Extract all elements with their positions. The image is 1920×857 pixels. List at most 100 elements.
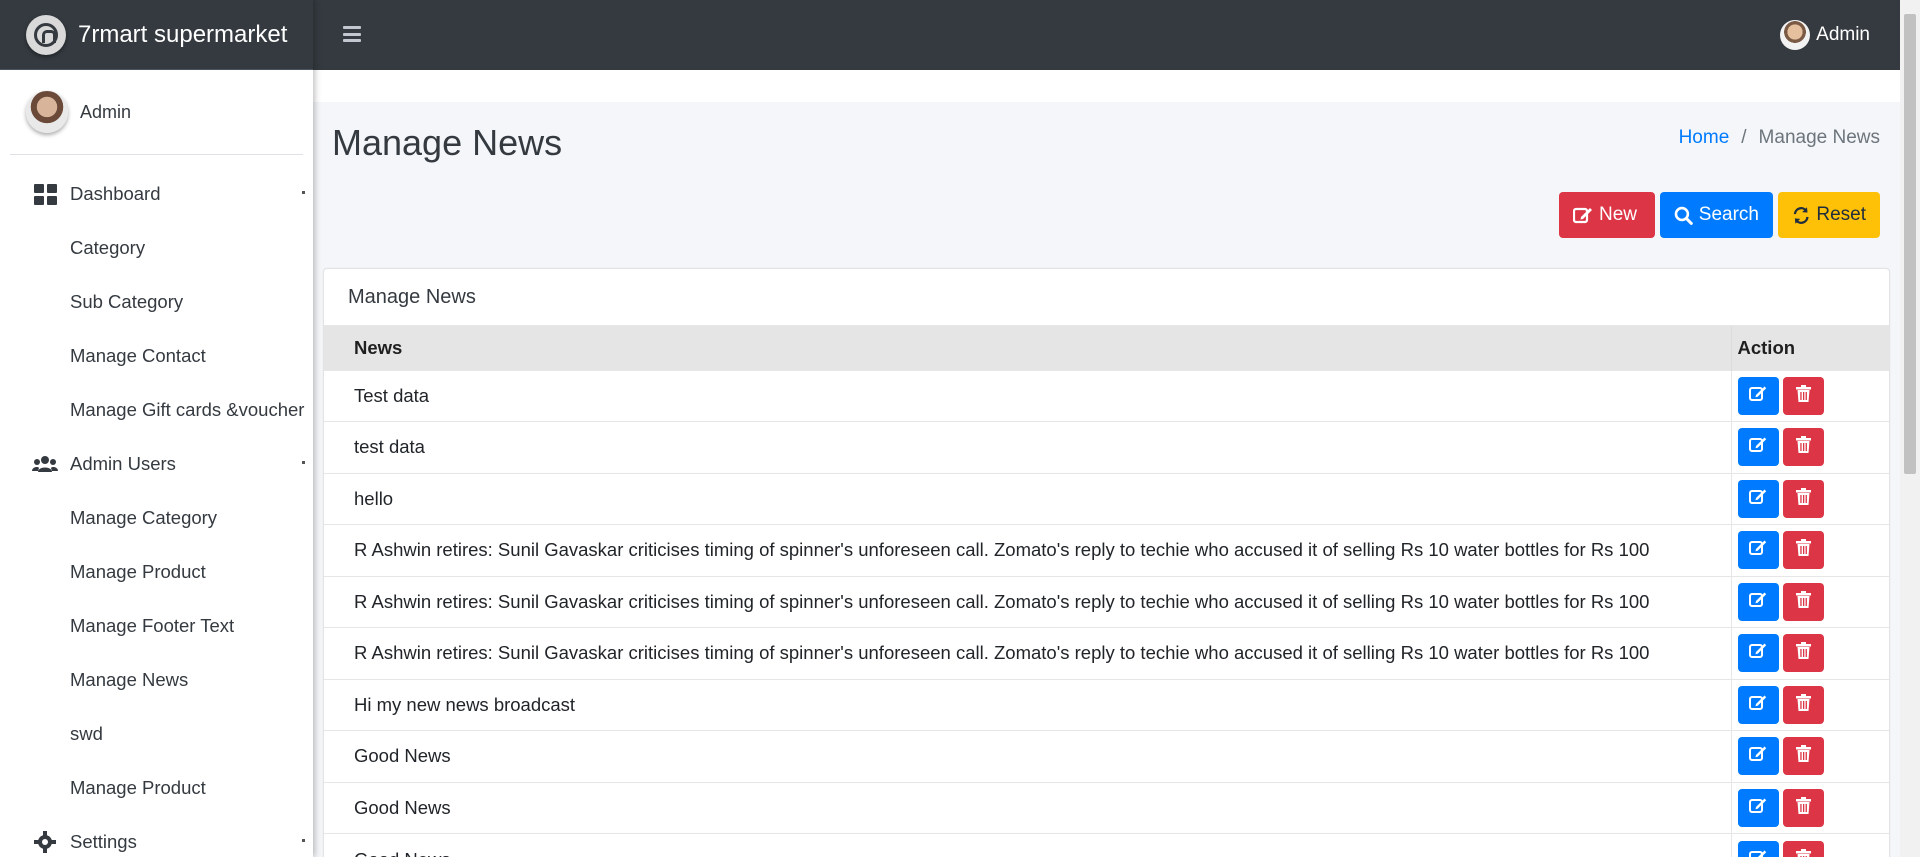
edit-button[interactable] xyxy=(1737,479,1779,518)
table-row: Test data xyxy=(324,370,1889,422)
card-title: Manage News xyxy=(324,269,1889,326)
table-row: R Ashwin retires: Sunil Gavaskar critici… xyxy=(324,576,1889,628)
delete-button[interactable] xyxy=(1782,376,1824,415)
sidebar-nav: Dashboard Category Sub Category Manage Cont… xyxy=(0,155,313,857)
action-cell xyxy=(1730,782,1889,834)
edit-icon xyxy=(1749,539,1767,561)
sidebar-item-manage-news[interactable]: Manage News xyxy=(0,653,313,707)
sidebar-item-label: Settings xyxy=(70,831,137,852)
sidebar-item-sub-category[interactable]: Sub Category xyxy=(0,275,313,329)
sidebar-item-dashboard[interactable]: Dashboard xyxy=(0,167,313,221)
trash-icon xyxy=(1795,848,1811,857)
delete-button[interactable] xyxy=(1782,479,1824,518)
news-cell: Good News xyxy=(324,834,1731,857)
edit-icon xyxy=(1749,436,1767,458)
sidebar-item-admin-users[interactable]: Admin Users xyxy=(0,437,313,491)
breadcrumb-home-link[interactable]: Home xyxy=(1679,127,1730,149)
edit-button[interactable] xyxy=(1737,582,1779,621)
trash-icon xyxy=(1795,539,1811,561)
edit-button[interactable] xyxy=(1737,788,1779,827)
sidebar-user-name: Admin xyxy=(80,101,132,122)
edit-button[interactable] xyxy=(1737,840,1779,857)
edit-button[interactable] xyxy=(1737,737,1779,776)
sidebar-item-manage-footer-text[interactable]: Manage Footer Text xyxy=(0,599,313,653)
chevron-left-icon xyxy=(302,191,305,194)
edit-icon xyxy=(1749,385,1767,407)
action-cell xyxy=(1730,473,1889,525)
menu-toggle-icon[interactable] xyxy=(343,26,361,42)
sidebar-item-category[interactable]: Category xyxy=(0,221,313,275)
sidebar-item-swd[interactable]: swd xyxy=(0,707,313,761)
trash-icon xyxy=(1795,642,1811,664)
search-button[interactable]: Search xyxy=(1660,192,1773,238)
edit-button[interactable] xyxy=(1737,634,1779,673)
edit-icon xyxy=(1749,797,1767,819)
news-cell: Good News xyxy=(354,745,451,767)
action-cell xyxy=(1730,730,1889,782)
brand-link[interactable]: 7rmart supermarket xyxy=(0,0,313,70)
news-cell: test data xyxy=(354,436,425,458)
breadcrumb-separator: / xyxy=(1741,127,1747,148)
reset-button[interactable]: Reset xyxy=(1778,192,1880,238)
column-header-news: News xyxy=(354,336,403,358)
delete-button[interactable] xyxy=(1782,582,1824,621)
news-cell: hello xyxy=(354,487,394,509)
sidebar-item-manage-product[interactable]: Manage Product xyxy=(0,761,313,815)
trash-icon xyxy=(1795,693,1811,716)
page-scrollbar[interactable] xyxy=(1900,0,1920,857)
action-cell xyxy=(1730,627,1889,679)
delete-button[interactable] xyxy=(1782,428,1824,467)
brand-name: 7rmart supermarket xyxy=(78,20,288,48)
news-cell: Good News xyxy=(354,796,451,818)
sidebar-item-manage-product[interactable]: Manage Product xyxy=(0,545,313,599)
search-button-label: Search xyxy=(1698,204,1759,225)
delete-button[interactable] xyxy=(1782,531,1824,570)
main-content: Manage News Home / Manage News New Searc… xyxy=(313,70,1900,857)
delete-button[interactable] xyxy=(1782,788,1824,827)
page-title: Manage News xyxy=(332,122,563,163)
table-row: Good News xyxy=(324,833,1889,857)
action-cell xyxy=(1730,370,1889,422)
new-button[interactable]: New xyxy=(1559,192,1655,238)
action-cell xyxy=(1730,833,1889,857)
delete-button[interactable] xyxy=(1782,737,1824,776)
chevron-left-icon xyxy=(302,461,305,464)
edit-button[interactable] xyxy=(1737,531,1779,570)
breadcrumb: Home / Manage News xyxy=(1679,127,1880,149)
news-cell: Hi my new news broadcast xyxy=(354,693,576,715)
table-row: Good News xyxy=(324,730,1889,782)
action-cell xyxy=(1730,576,1889,628)
news-cell: R Ashwin retires: Sunil Gavaskar critici… xyxy=(354,539,1650,561)
edit-button[interactable] xyxy=(1737,685,1779,724)
edit-button[interactable] xyxy=(1737,428,1779,467)
trash-icon xyxy=(1795,590,1811,613)
scrollbar-thumb[interactable] xyxy=(1904,14,1916,474)
toolbar: New Search Reset xyxy=(1559,192,1880,238)
sidebar-item-manage-gift-cards-voucher[interactable]: Manage Gift cards &voucher xyxy=(0,383,313,437)
sidebar-item-settings[interactable]: Settings xyxy=(0,815,313,857)
edit-icon xyxy=(1749,694,1767,716)
sidebar-item-label: Manage Category xyxy=(70,507,218,528)
delete-button[interactable] xyxy=(1782,685,1824,724)
sidebar-item-label: Manage Product xyxy=(70,777,206,798)
breadcrumb-current: Manage News xyxy=(1758,127,1880,148)
dashboard-icon xyxy=(32,183,58,205)
delete-button[interactable] xyxy=(1782,634,1824,673)
sidebar-item-manage-contact[interactable]: Manage Contact xyxy=(0,329,313,383)
users-icon xyxy=(32,453,58,475)
edit-icon xyxy=(1749,849,1767,857)
table-row: R Ashwin retires: Sunil Gavaskar critici… xyxy=(324,524,1889,576)
sidebar-item-label: Manage Gift cards &voucher xyxy=(70,399,305,420)
edit-button[interactable] xyxy=(1737,376,1779,415)
user-menu[interactable]: Admin xyxy=(1780,20,1870,50)
sidebar-item-label: Sub Category xyxy=(70,291,184,312)
edit-icon xyxy=(1749,488,1767,510)
edit-icon xyxy=(1749,642,1767,664)
top-navbar: Admin xyxy=(313,0,1900,70)
action-cell xyxy=(1730,421,1889,473)
sidebar: 7rmart supermarket Admin Dashboard Catego… xyxy=(0,0,313,857)
trash-icon xyxy=(1795,745,1811,767)
sidebar-user-panel[interactable]: Admin xyxy=(10,70,303,155)
sidebar-item-manage-category[interactable]: Manage Category xyxy=(0,491,313,545)
delete-button[interactable] xyxy=(1782,840,1824,857)
